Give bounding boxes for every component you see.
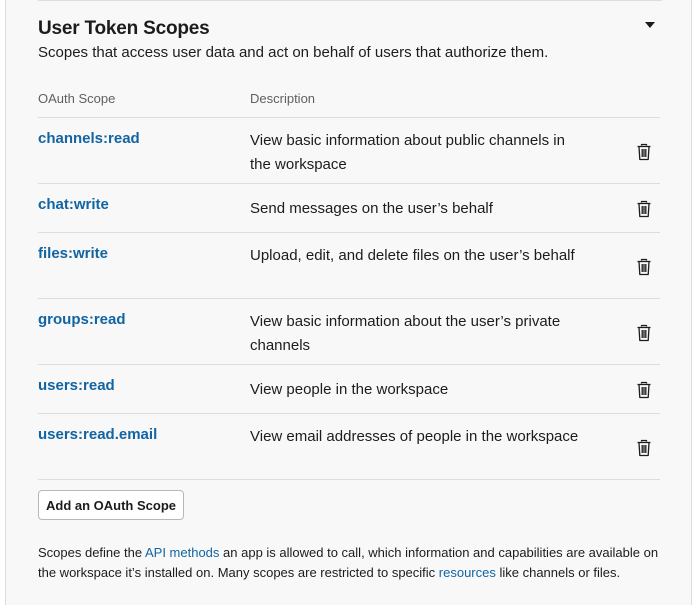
trash-icon[interactable] <box>636 439 652 457</box>
section-subtitle: Scopes that access user data and act on … <box>38 44 549 61</box>
scopes-table: OAuth Scope Description channels:read Vi… <box>38 90 660 480</box>
table-row: groups:read View basic information about… <box>38 299 660 365</box>
scopes-footer-text: Scopes define the API methods an app is … <box>38 543 663 583</box>
scope-description: View basic information about public chan… <box>250 132 565 173</box>
scope-link[interactable]: users:read.email <box>38 426 157 443</box>
scope-description: Send messages on the user’s behalf <box>250 200 493 217</box>
footer-text: like channels or files. <box>495 565 621 580</box>
api-methods-link[interactable]: API methods <box>145 545 219 560</box>
header-oauth-scope: OAuth Scope <box>38 91 116 106</box>
table-row: users:read View people in the workspace <box>38 365 660 414</box>
scope-link[interactable]: groups:read <box>38 311 126 328</box>
resources-link[interactable]: resources <box>439 565 496 580</box>
scope-link[interactable]: files:write <box>38 245 108 262</box>
table-row: chat:write Send messages on the user’s b… <box>38 184 660 233</box>
top-divider <box>38 0 662 1</box>
trash-icon[interactable] <box>636 381 652 399</box>
scope-link[interactable]: chat:write <box>38 196 109 213</box>
scope-description: View people in the workspace <box>250 381 449 398</box>
add-oauth-scope-button[interactable]: Add an OAuth Scope <box>38 490 184 520</box>
trash-icon[interactable] <box>636 324 652 342</box>
table-header: OAuth Scope Description <box>38 90 660 118</box>
trash-icon[interactable] <box>636 200 652 218</box>
header-description: Description <box>250 91 316 106</box>
table-row: files:write Upload, edit, and delete fil… <box>38 233 660 299</box>
scope-description: View email addresses of people in the wo… <box>250 428 579 445</box>
scope-link[interactable]: channels:read <box>38 130 140 147</box>
trash-icon[interactable] <box>636 258 652 276</box>
trash-icon[interactable] <box>636 143 652 161</box>
scope-link[interactable]: users:read <box>38 377 115 394</box>
table-row: users:read.email View email addresses of… <box>38 414 660 480</box>
section-title: User Token Scopes <box>38 18 210 39</box>
scope-description: Upload, edit, and delete files on the us… <box>250 247 575 264</box>
caret-down-icon[interactable] <box>645 22 655 28</box>
scope-description: View basic information about the user’s … <box>250 313 561 354</box>
user-token-scopes-panel: User Token Scopes Scopes that access use… <box>5 0 692 605</box>
footer-text: Scopes define the <box>38 545 145 560</box>
table-row: channels:read View basic information abo… <box>38 118 660 184</box>
